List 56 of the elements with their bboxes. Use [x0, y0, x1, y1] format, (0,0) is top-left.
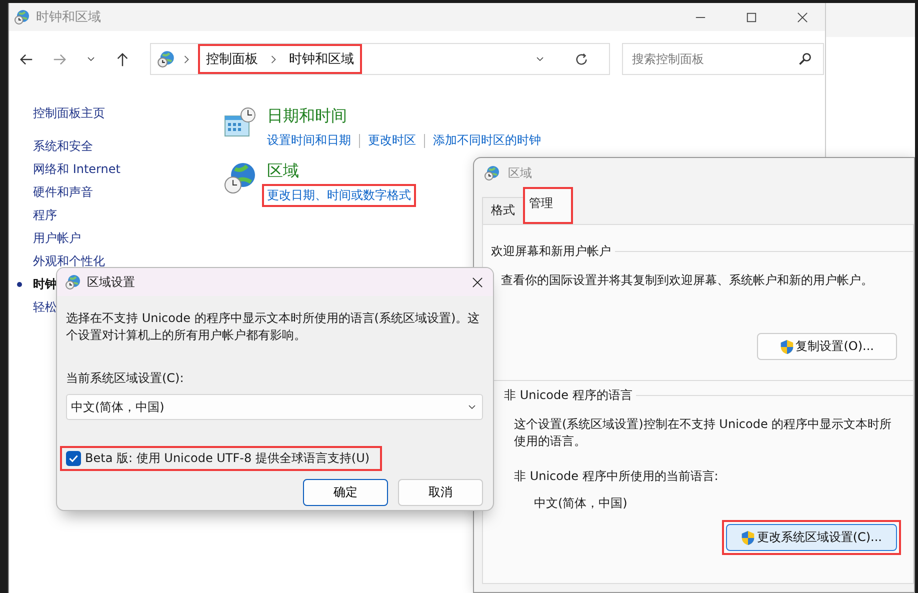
tab[interactable]: 格式 — [482, 197, 524, 224]
tab[interactable]: 管理 — [523, 187, 573, 224]
current-language-value: 中文(简体，中国) — [534, 495, 628, 512]
globe-clock-icon — [484, 165, 500, 181]
category-title[interactable]: 区域 — [267, 161, 416, 182]
shield-icon — [780, 338, 794, 354]
chevron-right-icon — [270, 54, 277, 64]
breadcrumb-item[interactable]: 控制面板 — [206, 50, 258, 68]
category-title[interactable]: 日期和时间 — [267, 106, 546, 127]
close-icon[interactable] — [797, 12, 808, 22]
group-description: 查看你的国际设置并将其复制到欢迎屏幕、系统帐户和新的用户帐户。 — [501, 272, 874, 289]
sidebar-item[interactable]: 硬件和声音 — [33, 184, 93, 201]
category-link[interactable]: 设置时间和日期 — [262, 129, 356, 152]
sidebar-item[interactable]: 时钟 — [33, 276, 57, 293]
current-language-label: 非 Unicode 程序中所使用的当前语言: — [514, 468, 720, 485]
globe-clock-icon — [157, 50, 175, 68]
dialog-title: 区域设置 — [87, 274, 135, 290]
sidebar-item[interactable]: 外观和个性化 — [33, 253, 105, 270]
group-title: 欢迎屏幕和新用户帐户 — [491, 243, 611, 260]
address-bar[interactable]: 控制面板 时钟和区域 — [150, 43, 610, 75]
locale-select[interactable]: 中文(简体，中国) — [66, 394, 483, 420]
dialog-button[interactable]: 确定 — [303, 479, 388, 506]
up-arrow-icon[interactable] — [115, 52, 130, 66]
dialog-button[interactable]: 取消 — [398, 479, 483, 506]
window-title: 时钟和区域 — [36, 9, 101, 26]
globe-clock-icon — [14, 9, 30, 25]
search-field[interactable]: 搜索控制面板 — [622, 43, 824, 75]
sidebar-item[interactable]: 用户帐户 — [33, 230, 81, 247]
chevron-right-icon — [183, 54, 190, 64]
maximize-icon[interactable] — [746, 12, 757, 22]
sidebar-item[interactable]: 系统和安全 — [33, 138, 93, 155]
checkbox[interactable] — [66, 451, 81, 466]
sidebar-item[interactable]: 网络和 Internet — [33, 161, 120, 178]
checkbox-label[interactable]: Beta 版: 使用 Unicode UTF-8 提供全球语言支持(U) — [85, 450, 370, 467]
window-title: 区域 — [508, 164, 532, 182]
category-link[interactable]: 添加不同时区的时钟 — [428, 129, 546, 152]
globe-clock-icon — [223, 161, 257, 195]
shield-icon — [740, 530, 755, 546]
shield-button[interactable]: 复制设置(O)... — [756, 333, 897, 360]
group-description: 这个设置(系统区域设置)控制在不支持 Unicode 的程序中显示文本时所使用的语言。 — [514, 416, 893, 450]
category-link[interactable]: 更改时区 — [363, 129, 421, 152]
back-arrow-icon[interactable] — [19, 52, 34, 66]
select-label: 当前系统区域设置(C): — [66, 370, 185, 387]
sidebar-item[interactable]: 程序 — [33, 207, 57, 224]
close-icon[interactable] — [472, 276, 483, 288]
category-link[interactable]: 更改日期、时间或数字格式 — [262, 184, 416, 207]
dialog-description: 选择在不支持 Unicode 的程序中显示文本时所使用的语言(系统区域设置)。这个设置对计算机上的所有用户帐户都有影响。 — [66, 310, 481, 344]
forward-arrow-icon[interactable] — [52, 52, 67, 66]
breadcrumb-item[interactable]: 时钟和区域 — [289, 50, 354, 68]
sidebar-item[interactable]: 轻松 — [33, 299, 57, 316]
refresh-icon[interactable] — [574, 52, 589, 66]
sidebar-item[interactable]: 控制面板主页 — [33, 105, 105, 122]
search-icon — [798, 52, 812, 66]
group-title: 非 Unicode 程序的语言 — [503, 387, 632, 404]
globe-clock-icon — [65, 274, 81, 290]
shield-button[interactable]: 更改系统区域设置(C)... — [726, 524, 897, 551]
